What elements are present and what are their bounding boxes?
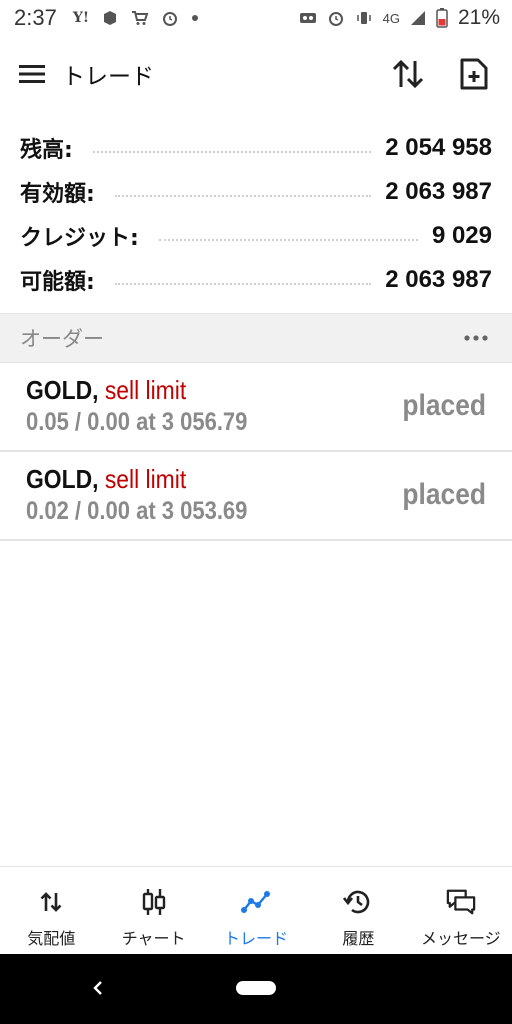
network-type: 4G xyxy=(382,10,400,26)
nav-quotes[interactable]: 気配値 xyxy=(0,867,102,954)
chevron-left-icon xyxy=(93,981,102,995)
cart-icon xyxy=(131,11,149,25)
leader-dots xyxy=(114,283,372,285)
sort-button[interactable] xyxy=(384,50,432,98)
system-back-button[interactable] xyxy=(84,974,112,1002)
quotes-arrows-icon xyxy=(40,892,62,912)
app-bar: トレード xyxy=(0,36,512,112)
account-row-balance: 残高: 2 054 958 xyxy=(0,126,512,170)
battery-percent: 21% xyxy=(457,6,500,29)
vibrate-icon xyxy=(356,12,371,24)
order-type: sell limit xyxy=(104,375,187,405)
credit-label: クレジット: xyxy=(20,226,139,251)
account-summary: 残高: 2 054 958 有効額: 2 063 987 クレジット: 9 02… xyxy=(0,126,512,302)
alarm-icon xyxy=(162,12,177,26)
equity-label: 有効額: xyxy=(20,182,95,207)
order-symbol: GOLD, xyxy=(26,375,99,405)
order-status: placed xyxy=(402,389,486,422)
order-symbol: GOLD, xyxy=(26,464,99,494)
dot-icon xyxy=(191,15,198,21)
sort-arrows-icon xyxy=(392,59,424,89)
order-detail: 0.05 / 0.00 at 3 056.79 xyxy=(26,408,248,436)
signal-icon xyxy=(410,11,425,25)
voicemail-icon xyxy=(299,13,316,23)
orders-section-title: オーダー xyxy=(20,327,104,351)
account-row-equity: 有効額: 2 063 987 xyxy=(0,170,512,214)
nav-label: 履歴 xyxy=(342,929,375,948)
orders-more-button[interactable] xyxy=(460,322,492,354)
leader-dots xyxy=(92,151,372,153)
nav-label: トレード xyxy=(224,929,289,948)
order-detail: 0.02 / 0.00 at 3 053.69 xyxy=(26,497,248,525)
new-document-icon xyxy=(460,58,488,90)
status-bar: 2:37 Y! 4G 21% xyxy=(0,0,512,36)
orders-section-header: オーダー xyxy=(0,313,512,363)
alarm-status-icon xyxy=(328,12,343,26)
hamburger-icon xyxy=(19,65,45,83)
credit-value: 9 029 xyxy=(431,222,492,249)
leader-dots xyxy=(158,239,418,241)
balance-label: 残高: xyxy=(20,138,73,163)
balance-value: 2 054 958 xyxy=(385,134,492,161)
account-row-credit: クレジット: 9 029 xyxy=(0,214,512,258)
messages-icon xyxy=(446,889,476,915)
nav-messages[interactable]: メッセージ xyxy=(410,867,512,954)
order-type: sell limit xyxy=(104,464,187,494)
history-icon xyxy=(343,890,370,914)
status-time: 2:37 xyxy=(14,5,57,30)
nav-label: チャート xyxy=(121,929,186,948)
orders-list: GOLD, sell limit 0.05 / 0.00 at 3 056.79… xyxy=(0,363,512,541)
nav-history[interactable]: 履歴 xyxy=(307,867,409,954)
bottom-navigation: 気配値 チャート トレード 履歴 メッセージ xyxy=(0,866,512,954)
menu-button[interactable] xyxy=(4,46,60,102)
order-status: placed xyxy=(402,478,486,511)
order-row[interactable]: GOLD, sell limit 0.02 / 0.00 at 3 053.69… xyxy=(0,452,512,541)
candlestick-icon xyxy=(142,889,165,915)
nav-trade[interactable]: トレード xyxy=(205,867,307,954)
new-order-button[interactable] xyxy=(450,50,498,98)
system-home-pill[interactable] xyxy=(236,981,276,995)
leader-dots xyxy=(114,195,372,197)
nav-chart[interactable]: チャート xyxy=(102,867,204,954)
yahoo-icon: Y! xyxy=(72,10,89,26)
more-horizontal-icon xyxy=(464,335,488,341)
free-margin-value: 2 063 987 xyxy=(385,266,492,293)
account-row-free-margin: 可能額: 2 063 987 xyxy=(0,258,512,302)
equity-value: 2 063 987 xyxy=(385,178,492,205)
system-navigation-bar xyxy=(0,954,512,1024)
battery-icon xyxy=(436,8,448,28)
page-title: トレード xyxy=(62,64,154,90)
nav-label: 気配値 xyxy=(27,929,76,948)
order-row[interactable]: GOLD, sell limit 0.05 / 0.00 at 3 056.79… xyxy=(0,363,512,452)
notification-icons: Y! xyxy=(73,9,199,27)
trade-line-icon xyxy=(241,891,271,913)
box-icon xyxy=(103,11,116,25)
free-margin-label: 可能額: xyxy=(20,270,95,295)
nav-label: メッセージ xyxy=(420,929,501,948)
